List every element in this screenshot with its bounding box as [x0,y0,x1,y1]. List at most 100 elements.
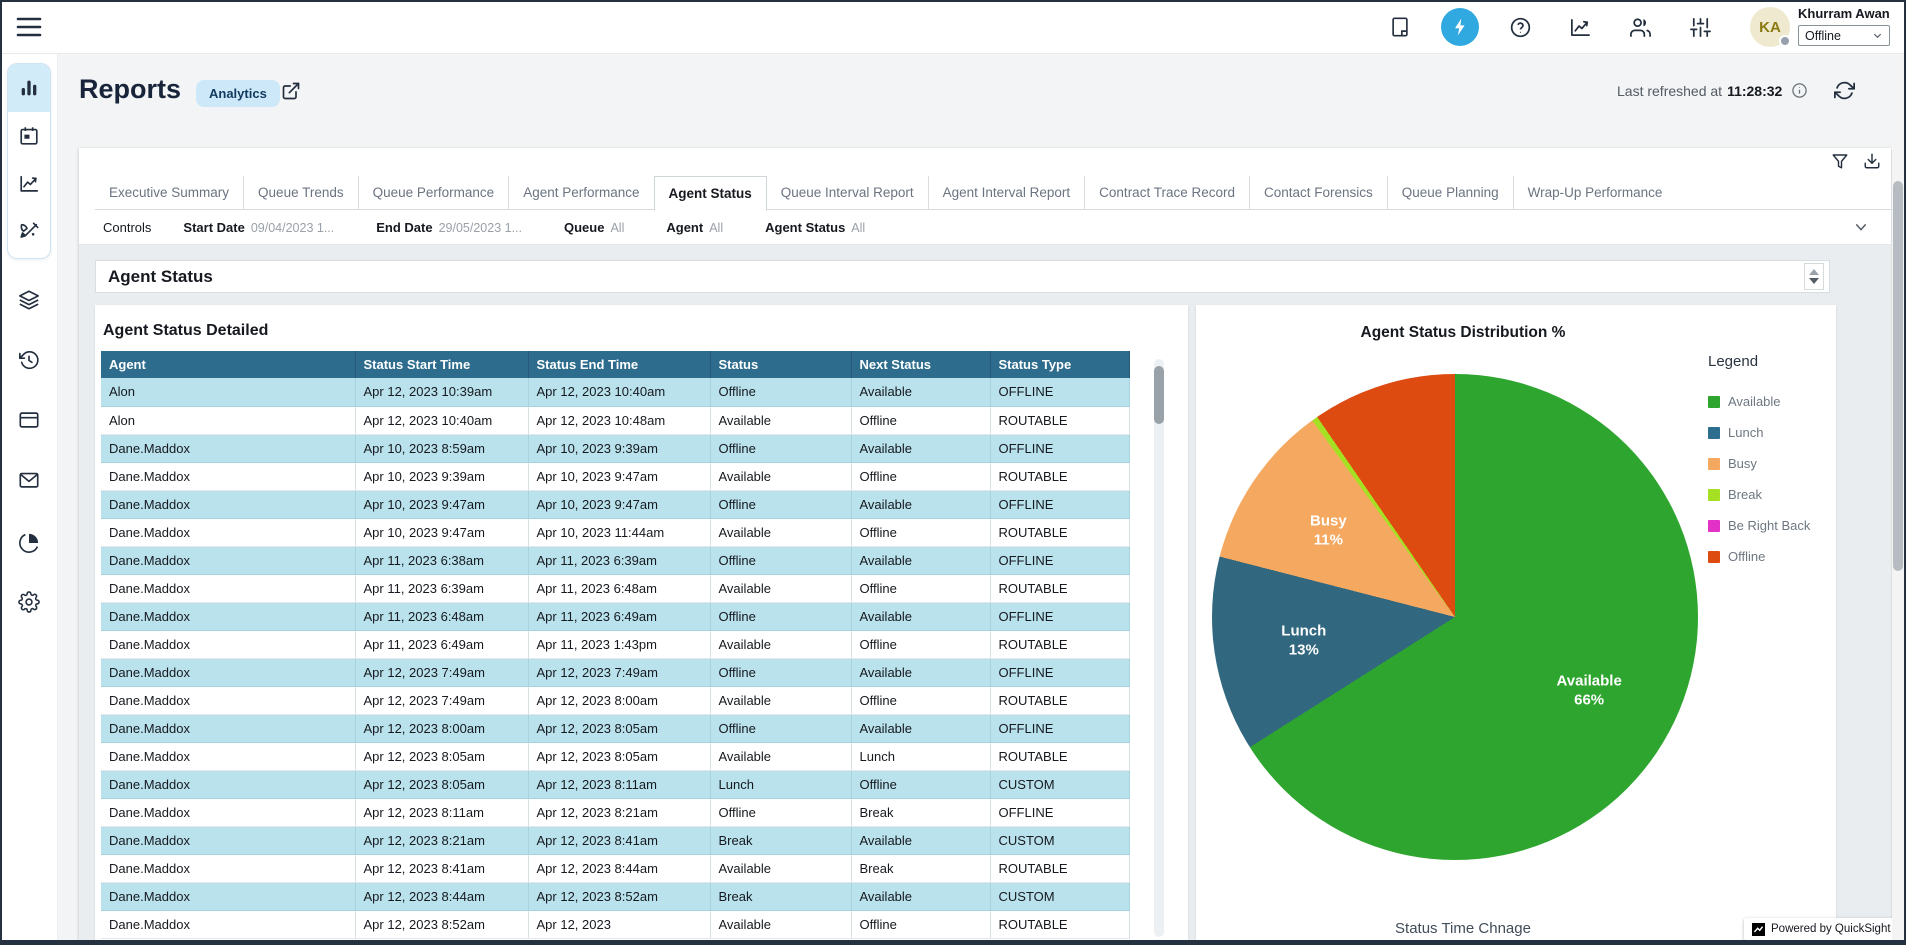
analytics-chart-icon[interactable] [1568,15,1592,39]
filter-agent[interactable]: AgentAll [666,220,723,235]
table-cell: Offline [851,630,990,658]
column-header-status-start-time[interactable]: Status Start Time [355,351,528,378]
table-row[interactable]: Dane.MaddoxApr 12, 2023 7:49amApr 12, 20… [101,686,1129,714]
table-row[interactable]: Dane.MaddoxApr 12, 2023 8:11amApr 12, 20… [101,798,1129,826]
table-cell: Apr 12, 2023 8:05am [528,742,710,770]
legend-swatch [1708,427,1720,439]
stepper-down-icon[interactable] [1809,278,1819,284]
chevron-down-icon [1872,30,1883,41]
table-row[interactable]: Dane.MaddoxApr 12, 2023 8:41amApr 12, 20… [101,854,1129,882]
table-row[interactable]: Dane.MaddoxApr 10, 2023 8:59amApr 10, 20… [101,434,1129,462]
sidebar-item-schedule[interactable] [8,112,50,160]
pie-legend: Legend AvailableLunchBusyBreakBe Right B… [1708,353,1833,564]
tab-queue-trends[interactable]: Queue Trends [243,176,358,209]
sidebar-item-window[interactable] [11,402,47,438]
legend-item-lunch[interactable]: Lunch [1708,425,1833,440]
tab-agent-performance[interactable]: Agent Performance [508,176,653,209]
sidebar-item-mail[interactable] [11,462,47,498]
quick-actions-bolt-icon[interactable] [1448,15,1472,39]
column-header-agent[interactable]: Agent [101,351,355,378]
help-icon[interactable] [1508,15,1532,39]
table-row[interactable]: Dane.MaddoxApr 12, 2023 7:49amApr 12, 20… [101,658,1129,686]
tab-contract-trace-record[interactable]: Contract Trace Record [1084,176,1249,209]
sidebar-item-settings[interactable] [11,584,47,620]
users-icon[interactable] [1628,15,1652,39]
legend-item-break[interactable]: Break [1708,487,1833,502]
table-cell: Dane.Maddox [101,434,355,462]
column-header-status-end-time[interactable]: Status End Time [528,351,710,378]
table-row[interactable]: Dane.MaddoxApr 12, 2023 8:05amApr 12, 20… [101,770,1129,798]
table-row[interactable]: Dane.MaddoxApr 11, 2023 6:49amApr 11, 20… [101,630,1129,658]
sidebar-item-reports[interactable] [8,160,50,208]
filter-icon[interactable] [1831,152,1849,170]
table-row[interactable]: AlonApr 12, 2023 10:40amApr 12, 2023 10:… [101,406,1129,434]
table-cell: Apr 10, 2023 8:59am [355,434,528,462]
stepper-up-icon[interactable] [1809,269,1819,275]
sidebar-item-dashboards[interactable] [8,64,50,112]
table-row[interactable]: Dane.MaddoxApr 10, 2023 9:39amApr 10, 20… [101,462,1129,490]
legend-item-be-right-back[interactable]: Be Right Back [1708,518,1833,533]
sidebar-item-history[interactable] [11,342,47,378]
download-icon[interactable] [1863,152,1881,170]
powered-by-quicksight-badge[interactable]: Powered by QuickSight [1744,918,1899,940]
settings-sliders-icon[interactable] [1688,15,1712,39]
tab-wrap-up-performance[interactable]: Wrap-Up Performance [1513,176,1677,209]
table-scrollbar-thumb[interactable] [1154,366,1164,424]
window-scrollbar-thumb[interactable] [1893,181,1903,571]
filter-queue[interactable]: QueueAll [564,220,624,235]
tab-contact-forensics[interactable]: Contact Forensics [1249,176,1387,209]
tab-agent-status[interactable]: Agent Status [654,176,767,211]
tab-queue-performance[interactable]: Queue Performance [358,176,509,209]
table-row[interactable]: Dane.MaddoxApr 11, 2023 6:38amApr 11, 20… [101,546,1129,574]
tab-queue-planning[interactable]: Queue Planning [1387,176,1513,209]
notes-icon[interactable] [1388,15,1412,39]
table-cell: Available [851,714,990,742]
table-cell: Offline [710,602,851,630]
table-row[interactable]: Dane.MaddoxApr 12, 2023 8:00amApr 12, 20… [101,714,1129,742]
legend-item-offline[interactable]: Offline [1708,549,1833,564]
info-icon[interactable] [1791,82,1808,99]
hamburger-menu-icon[interactable] [16,15,42,39]
table-cell: CUSTOM [990,770,1129,798]
tab-agent-interval-report[interactable]: Agent Interval Report [928,176,1085,209]
table-row[interactable]: Dane.MaddoxApr 11, 2023 6:39amApr 11, 20… [101,574,1129,602]
table-row[interactable]: Dane.MaddoxApr 12, 2023 8:52amApr 12, 20… [101,910,1129,938]
table-row[interactable]: Dane.MaddoxApr 10, 2023 9:47amApr 10, 20… [101,490,1129,518]
window-bottom-edge [0,940,1906,945]
legend-item-available[interactable]: Available [1708,394,1833,409]
column-header-status-type[interactable]: Status Type [990,351,1129,378]
table-row[interactable]: AlonApr 12, 2023 10:39amApr 12, 2023 10:… [101,378,1129,406]
table-cell: Apr 11, 2023 6:38am [355,546,528,574]
user-name: Khurram Awan [1798,6,1894,21]
refresh-button[interactable] [1834,80,1855,101]
legend-item-busy[interactable]: Busy [1708,456,1833,471]
table-cell: ROUTABLE [990,686,1129,714]
tab-queue-interval-report[interactable]: Queue Interval Report [767,176,928,209]
table-row[interactable]: Dane.MaddoxApr 10, 2023 9:47amApr 10, 20… [101,518,1129,546]
pie-slice-label-lunch: Lunch13% [1281,621,1326,660]
gear-icon [18,591,40,613]
column-header-status[interactable]: Status [710,351,851,378]
table-row[interactable]: Dane.MaddoxApr 12, 2023 8:05amApr 12, 20… [101,742,1129,770]
table-cell: Offline [851,574,990,602]
sheet-section: Agent Status Agent Status Detailed Agent… [79,245,1891,940]
tab-executive-summary[interactable]: Executive Summary [95,176,243,209]
page-title: Reports [79,74,181,105]
column-header-next-status[interactable]: Next Status [851,351,990,378]
controls-collapse-chevron-icon[interactable] [1853,219,1869,235]
analytics-badge: Analytics [196,80,280,107]
filter-agent-status[interactable]: Agent StatusAll [765,220,865,235]
filter-end-date[interactable]: End Date29/05/2023 1... [376,220,522,235]
powered-by-text: Powered by QuickSight [1771,923,1891,935]
agent-status-pie-chart[interactable]: Available66%Lunch13%Busy11% [1212,374,1698,860]
table-row[interactable]: Dane.MaddoxApr 12, 2023 8:44amApr 12, 20… [101,882,1129,910]
sidebar-item-design[interactable] [8,208,50,256]
table-row[interactable]: Dane.MaddoxApr 11, 2023 6:48amApr 11, 20… [101,602,1129,630]
sidebar-item-pie-reports[interactable] [11,525,47,561]
table-row[interactable]: Dane.MaddoxApr 12, 2023 8:21amApr 12, 20… [101,826,1129,854]
external-link-icon[interactable] [281,81,301,101]
avatar[interactable]: KA [1750,7,1790,47]
filter-start-date[interactable]: Start Date09/04/2023 1... [183,220,334,235]
sidebar-item-layers[interactable] [11,282,47,318]
user-status-select[interactable]: Offline [1798,25,1890,46]
